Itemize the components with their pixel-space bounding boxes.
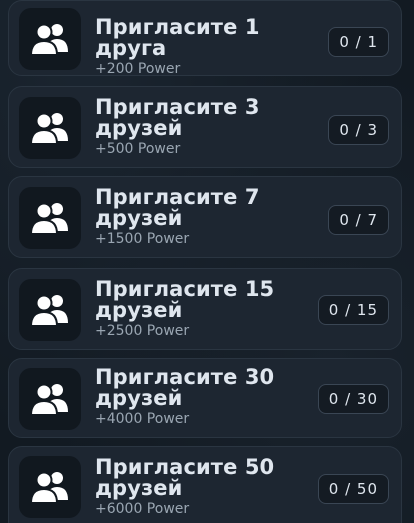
users-icon-box (19, 187, 81, 249)
task-title: Пригласите 15 друзей (95, 277, 275, 322)
users-icon (30, 471, 68, 504)
users-icon (30, 202, 68, 235)
users-icon (30, 112, 68, 145)
task-title: Пригласите 1 друга (95, 15, 260, 60)
task-card[interactable]: Пригласите 1 друга +200 Power 0 / 1 (8, 0, 402, 77)
users-icon (30, 383, 68, 416)
task-progress-badge: 0 / 1 (328, 27, 389, 57)
users-icon-box (19, 279, 81, 341)
task-card[interactable]: Пригласите 7 друзей +1500 Power 0 / 7 (8, 176, 402, 258)
users-icon-box (19, 456, 81, 518)
task-reward: +2500 Power (95, 323, 190, 339)
users-icon (30, 294, 68, 327)
task-reward: +200 Power (95, 61, 181, 77)
task-card[interactable]: Пригласите 30 друзей +4000 Power 0 / 30 (8, 358, 402, 438)
task-progress-badge: 0 / 7 (328, 205, 389, 235)
task-reward: +6000 Power (95, 501, 190, 517)
task-card[interactable]: Пригласите 3 друзей +500 Power 0 / 3 (8, 86, 402, 168)
users-icon-box (19, 8, 81, 70)
task-title: Пригласите 30 друзей (95, 365, 275, 410)
task-progress-badge: 0 / 15 (317, 295, 389, 325)
task-progress-badge: 0 / 3 (328, 115, 389, 145)
task-progress-badge: 0 / 50 (317, 474, 389, 504)
task-card[interactable]: Пригласите 15 друзей +2500 Power 0 / 15 (8, 268, 402, 350)
invite-tasks-list: Пригласите 1 друга +200 Power 0 / 1 Приг… (0, 0, 414, 523)
task-title: Пригласите 7 друзей (95, 185, 260, 230)
task-reward: +500 Power (95, 141, 181, 157)
task-reward: +4000 Power (95, 411, 190, 427)
task-title: Пригласите 50 друзей (95, 455, 275, 500)
users-icon (30, 23, 68, 56)
task-reward: +1500 Power (95, 231, 190, 247)
task-title: Пригласите 3 друзей (95, 95, 260, 140)
users-icon-box (19, 97, 81, 159)
task-card[interactable]: Пригласите 50 друзей +6000 Power 0 / 50 (8, 446, 402, 523)
task-progress-badge: 0 / 30 (317, 384, 389, 414)
users-icon-box (19, 368, 81, 430)
